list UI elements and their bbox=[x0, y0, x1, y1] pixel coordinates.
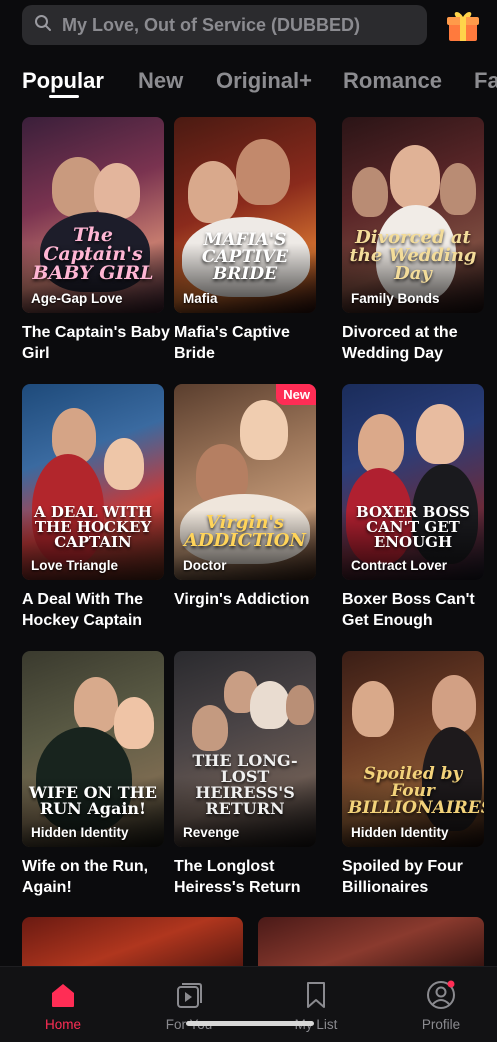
genre-tag: Age-Gap Love bbox=[31, 291, 123, 306]
nav-for-you[interactable]: For You bbox=[139, 967, 239, 1042]
search-icon bbox=[34, 14, 52, 37]
tab-original-plus[interactable]: Original+ bbox=[216, 68, 312, 94]
poster-image: Divorced at the Wedding Day Family Bonds bbox=[342, 117, 484, 313]
card-title: Divorced at the Wedding Day bbox=[342, 324, 458, 362]
search-placeholder: My Love, Out of Service (DUBBED) bbox=[62, 14, 361, 35]
tab-popular[interactable]: Popular bbox=[22, 68, 104, 94]
genre-tag: Contract Lover bbox=[351, 558, 448, 573]
genre-tag: Hidden Identity bbox=[31, 825, 129, 840]
poster-logo: THE LONG-LOST HEIRESS'S RETURN bbox=[192, 751, 298, 818]
poster-logo: Virgin's ADDICTION bbox=[184, 512, 306, 551]
tab-romance[interactable]: Romance bbox=[343, 68, 442, 94]
poster-logo: The Captain's BABY GIRL bbox=[32, 224, 154, 284]
card-title: A Deal With The Hockey Captain bbox=[22, 591, 144, 629]
tab-fa[interactable]: Fa bbox=[474, 68, 497, 94]
new-badge: New bbox=[276, 384, 316, 405]
nav-my-list[interactable]: My List bbox=[266, 967, 366, 1042]
poster-image: The Captain's BABY GIRL Age-Gap Love bbox=[22, 117, 164, 313]
card-title: Virgin's Addiction bbox=[174, 591, 310, 608]
card-title: Spoiled by Four Billionaires bbox=[342, 858, 463, 896]
app-screen: My Love, Out of Service (DUBBED) Popular… bbox=[0, 0, 497, 1042]
genre-tag: Revenge bbox=[183, 825, 240, 840]
poster-image: Virgin's ADDICTION New Doctor bbox=[174, 384, 316, 580]
poster-image: MAFIA'S CAPTIVE BRIDE Mafia bbox=[174, 117, 316, 313]
poster-image: WIFE ON THE RUN Again! Hidden Identity bbox=[22, 651, 164, 847]
tab-new[interactable]: New bbox=[138, 68, 183, 94]
poster-logo: WIFE ON THE RUN Again! bbox=[29, 783, 157, 818]
poster-logo: Divorced at the Wedding Day bbox=[349, 227, 477, 284]
card-title: The Captain's Baby Girl bbox=[22, 324, 170, 362]
bottom-nav: Home For You My List Profile bbox=[0, 966, 497, 1042]
genre-tag: Love Triangle bbox=[31, 558, 119, 573]
poster-logo: BOXER BOSS CAN'T GET ENOUGH bbox=[356, 503, 470, 551]
genre-tag: Hidden Identity bbox=[351, 825, 449, 840]
genre-tag: Mafia bbox=[183, 291, 218, 306]
poster-image: Spoiled by Four BILLIONAIRES Hidden Iden… bbox=[342, 651, 484, 847]
poster-logo: MAFIA'S CAPTIVE BRIDE bbox=[201, 230, 289, 284]
search-bar[interactable]: My Love, Out of Service (DUBBED) bbox=[22, 5, 427, 45]
poster-image: THE LONG-LOST HEIRESS'S RETURN Revenge bbox=[174, 651, 316, 847]
nav-profile[interactable]: Profile bbox=[391, 967, 491, 1042]
genre-tag: Doctor bbox=[183, 558, 227, 573]
active-tab-indicator bbox=[49, 95, 79, 98]
poster-image: BOXER BOSS CAN'T GET ENOUGH Contract Lov… bbox=[342, 384, 484, 580]
poster-logo: A DEAL WITH THE HOCKEY CAPTAIN bbox=[34, 503, 152, 551]
card-title: Mafia's Captive Bride bbox=[174, 324, 290, 362]
card-title: Boxer Boss Can't Get Enough bbox=[342, 591, 475, 629]
genre-tag: Family Bonds bbox=[351, 291, 440, 306]
nav-home[interactable]: Home bbox=[13, 967, 113, 1042]
home-indicator[interactable] bbox=[186, 1021, 314, 1026]
gift-icon[interactable] bbox=[444, 6, 482, 44]
nav-label: Home bbox=[44, 1017, 81, 1032]
nav-label: Profile bbox=[421, 1017, 461, 1032]
poster-image: A DEAL WITH THE HOCKEY CAPTAIN Love Tria… bbox=[22, 384, 164, 580]
category-tabs: Popular New Original+ Romance Fa bbox=[0, 62, 497, 106]
poster-logo: Spoiled by Four BILLIONAIRES bbox=[348, 764, 484, 818]
card-title: The Longlost Heiress's Return bbox=[174, 858, 301, 896]
card-title: Wife on the Run, Again! bbox=[22, 858, 149, 896]
